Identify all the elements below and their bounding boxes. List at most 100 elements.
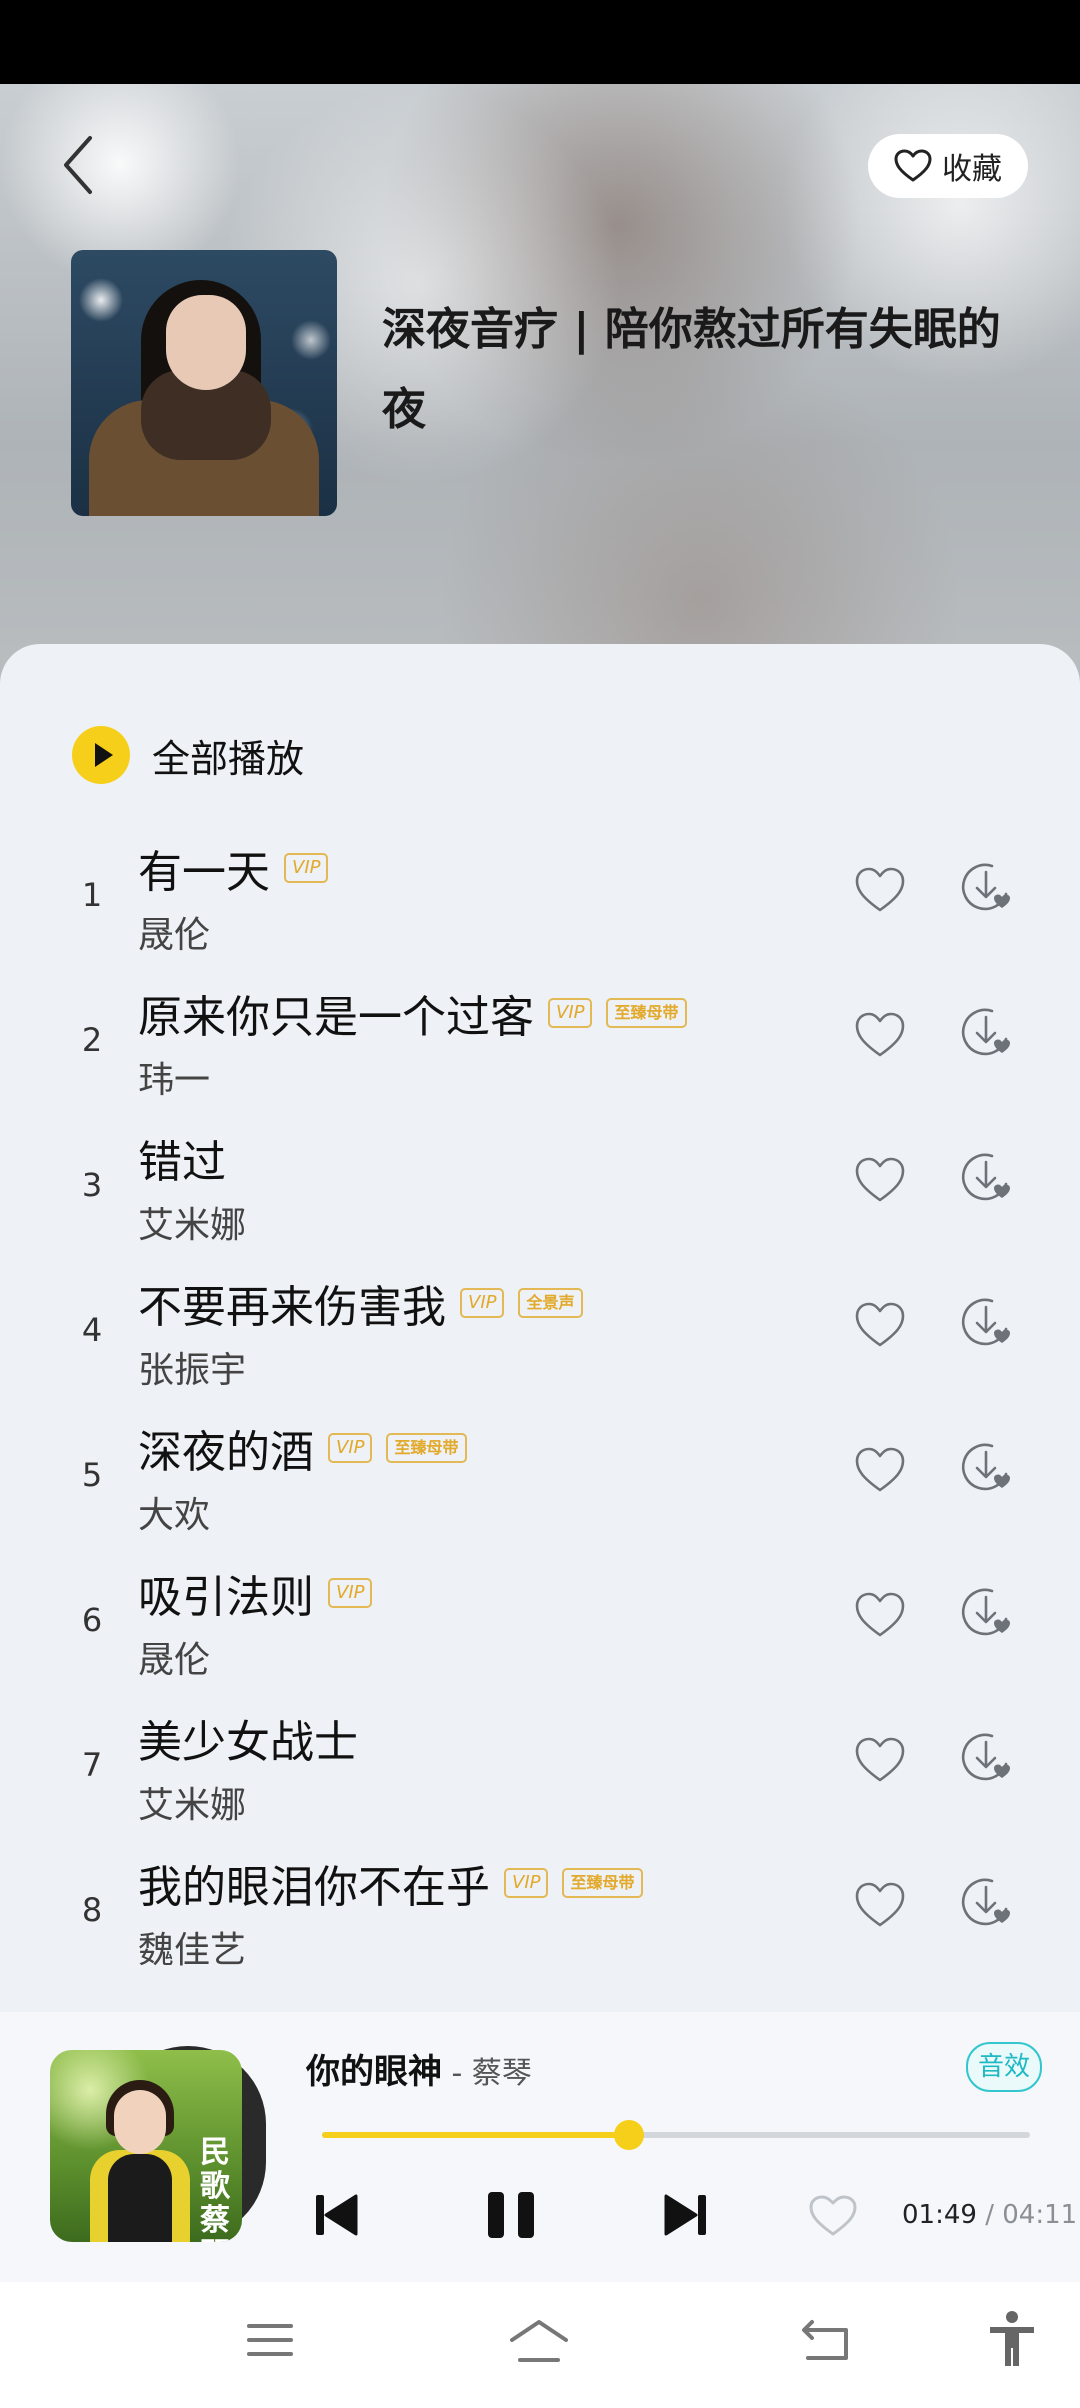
menu-icon [247,2324,293,2356]
progress-fill [322,2132,630,2138]
album-art-text: 民歌蔡琴 [200,2135,230,2243]
play-all-label: 全部播放 [152,736,305,781]
playback-time: 01:49 / 04:11 [902,2200,1077,2230]
song-row[interactable]: 7 美少女战士艾米娜 [0,1698,1080,1843]
favorite-label: 收藏 [942,152,1002,187]
song-title: 吸引法则 [138,1572,314,1623]
song-artist: 晟伦 [138,915,211,956]
download-button[interactable] [958,1730,1014,1786]
back-button[interactable] [56,130,104,200]
like-button[interactable] [854,1591,906,1639]
song-title-line: 我的眼泪你不在乎 VIP 至臻母带 [138,1851,643,1915]
download-heart-icon [958,1878,1014,1935]
back-nav-button[interactable] [800,2318,852,2368]
download-heart-icon [958,1443,1014,1500]
download-heart-icon [958,863,1014,920]
song-index: 8 [81,1891,103,1929]
heart-icon [854,1737,906,1788]
download-heart-icon [958,1588,1014,1645]
song-index: 4 [81,1311,103,1349]
heart-icon [854,1012,906,1063]
quality-badge: 至臻母带 [386,1433,467,1463]
download-heart-icon [958,1008,1014,1065]
song-index: 2 [81,1021,103,1059]
now-playing-artist: 蔡琴 [471,2056,532,2091]
like-button[interactable] [854,1301,906,1349]
previous-button[interactable] [314,2192,358,2242]
menu-nav-button[interactable] [246,2318,294,2366]
pause-icon [488,2192,534,2238]
download-button[interactable] [958,1440,1014,1496]
vip-badge: VIP [548,998,593,1028]
skip-previous-icon [316,2194,358,2236]
song-row[interactable]: 3 错过 艾米娜 [0,1118,1080,1263]
quality-badge: 至臻母带 [562,1868,643,1898]
song-row[interactable]: 2 原来你只是一个过客 VIP 至臻母带 玮一 [0,973,1080,1118]
song-artist: 魏佳艺 [138,1930,247,1971]
song-row[interactable]: 4 不要再来伤害我 VIP 全景声张振宇 [0,1263,1080,1408]
song-artist: 艾米娜 [138,1785,247,1826]
list-fade [0,2004,1080,2012]
heart-icon [854,867,906,918]
now-playing-album-art[interactable]: 民歌蔡琴 [50,2050,242,2242]
vip-badge: VIP [328,1433,373,1463]
song-index: 1 [81,876,103,914]
like-button[interactable] [854,1736,906,1784]
artist-separator: - [442,2056,472,2091]
now-playing-title[interactable]: 你的眼神 - 蔡琴 [306,2044,532,2093]
vip-badge: VIP [504,1868,549,1898]
download-button[interactable] [958,1005,1014,1061]
status-bar [0,0,1080,84]
vip-badge: VIP [328,1578,373,1608]
quality-badge: 全景声 [518,1288,583,1318]
song-artist: 艾米娜 [138,1205,247,1246]
song-title-line: 吸引法则 VIP [138,1561,373,1625]
elapsed-time: 01:49 [902,2200,977,2230]
playlist-title: 深夜音疗 | 陪你熬过所有失眠的夜 [382,304,1001,435]
song-title: 深夜的酒 [138,1427,314,1478]
song-row[interactable]: 1 有一天 VIP 晟伦 [0,828,1080,973]
song-artist: 大欢 [138,1495,211,1536]
like-button[interactable] [854,1011,906,1059]
download-button[interactable] [958,1585,1014,1641]
song-title-line: 有一天 VIP [138,836,329,900]
vip-badge: VIP [460,1288,505,1318]
song-row[interactable]: 8 我的眼泪你不在乎 VIP 至臻母带 魏佳艺 [0,1843,1080,1988]
like-button[interactable] [854,1156,906,1204]
home-nav-button[interactable] [508,2318,570,2370]
play-all-button[interactable]: 全部播放 [72,726,304,784]
favorite-playlist-button[interactable]: 收藏 [868,134,1028,198]
chevron-left-icon [64,136,92,194]
heart-icon [854,1157,906,1208]
heart-icon [854,1447,906,1498]
download-button[interactable] [958,1295,1014,1351]
download-button[interactable] [958,1150,1014,1206]
vip-badge: VIP [284,853,329,883]
like-button[interactable] [854,1881,906,1929]
download-heart-icon [958,1733,1014,1790]
song-title: 有一天 [138,847,270,898]
player-like-button[interactable] [808,2194,858,2242]
song-index: 7 [81,1746,103,1784]
sound-effect-button[interactable]: 音效 [966,2042,1042,2092]
accessibility-icon [990,2311,1034,2366]
song-title: 不要再来伤害我 [138,1282,446,1333]
time-separator: / [976,2200,1003,2230]
accessibility-nav-button[interactable] [986,2310,1038,2372]
song-artist: 张振宇 [138,1350,247,1391]
song-title-line: 美少女战士 [138,1706,358,1770]
heart-icon [809,2195,857,2236]
progress-bar[interactable] [322,2120,1030,2150]
song-row[interactable]: 6 吸引法则 VIP 晟伦 [0,1553,1080,1698]
quality-badge: 至臻母带 [606,998,687,1028]
song-row[interactable]: 5 深夜的酒 VIP 至臻母带 大欢 [0,1408,1080,1553]
download-button[interactable] [958,860,1014,916]
heart-icon [894,149,932,182]
back-nav-icon [802,2320,848,2360]
playlist-cover [71,250,337,516]
next-button[interactable] [664,2192,708,2242]
pause-button[interactable] [486,2190,536,2244]
like-button[interactable] [854,866,906,914]
download-button[interactable] [958,1875,1014,1931]
like-button[interactable] [854,1446,906,1494]
